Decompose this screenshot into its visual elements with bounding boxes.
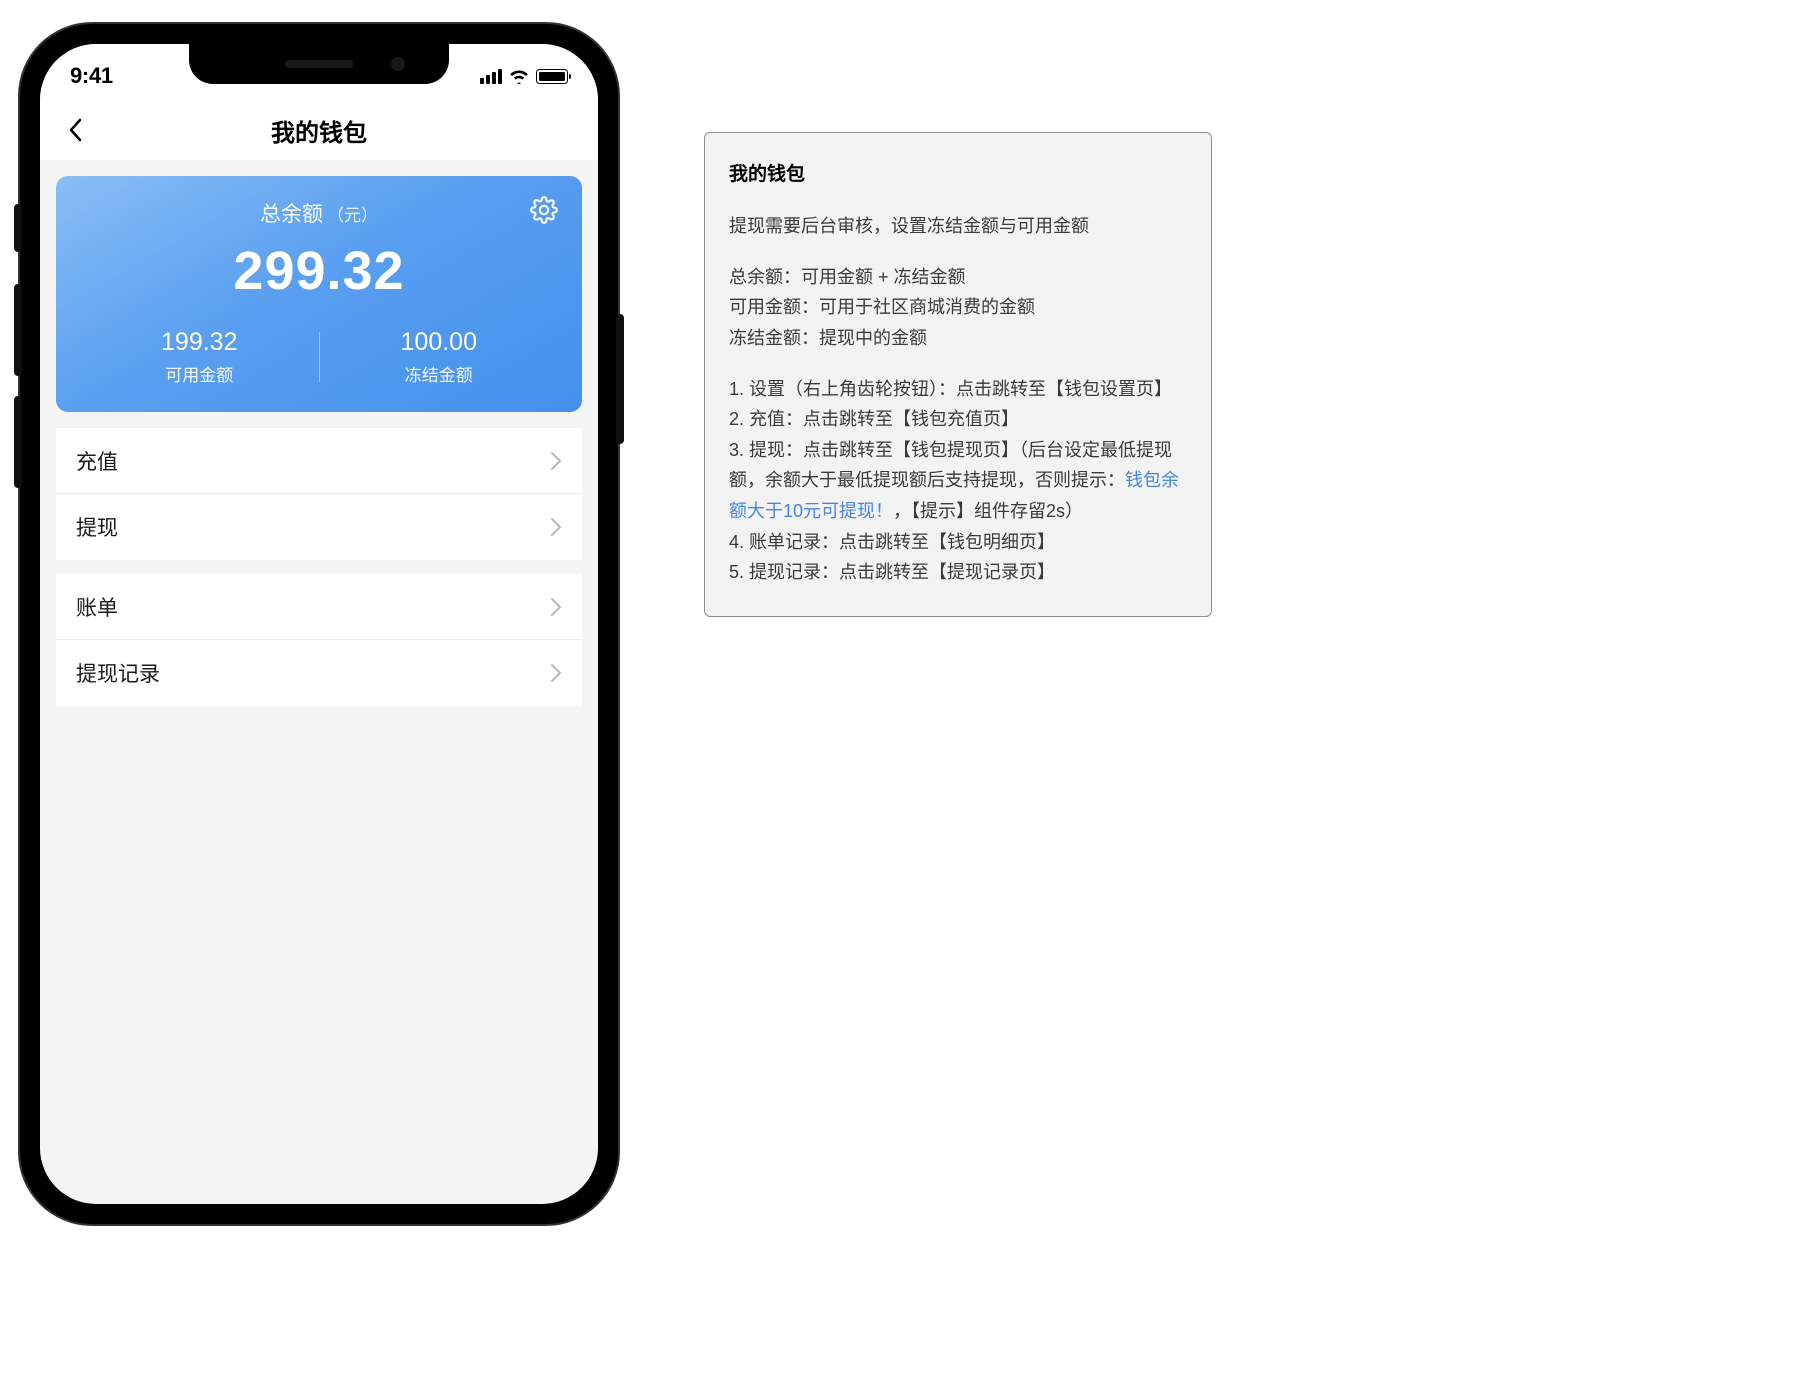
doc-item-withdraw: 3. 提现：点击跳转至【钱包提现页】（后台设定最低提现额，余额大于最低提现额后支… bbox=[729, 435, 1187, 527]
battery-icon bbox=[536, 69, 568, 84]
menu-label: 提现记录 bbox=[76, 658, 160, 688]
bill-item[interactable]: 账单 bbox=[56, 574, 582, 640]
doc-item-bill: 4. 账单记录：点击跳转至【钱包明细页】 bbox=[729, 527, 1187, 558]
phone-notch bbox=[189, 44, 449, 84]
menu-label: 提现 bbox=[76, 512, 118, 542]
phone-side-button bbox=[14, 284, 22, 376]
menu-group: 账单 提现记录 bbox=[56, 574, 582, 706]
phone-screen: 9:41 我的钱包 bbox=[40, 44, 598, 1204]
frozen-balance: 100.00 冻结金额 bbox=[320, 328, 559, 386]
frozen-value: 100.00 bbox=[320, 328, 559, 357]
balance-unit: （元） bbox=[327, 201, 378, 226]
recharge-item[interactable]: 充值 bbox=[56, 428, 582, 494]
doc-intro: 提现需要后台审核，设置冻结金额与可用金额 bbox=[729, 211, 1187, 242]
documentation-panel: 我的钱包 提现需要后台审核，设置冻结金额与可用金额 总余额：可用金额 + 冻结金… bbox=[704, 132, 1212, 617]
gear-icon bbox=[530, 196, 558, 224]
chevron-right-icon bbox=[550, 517, 562, 537]
menu-label: 账单 bbox=[76, 592, 118, 622]
withdraw-item[interactable]: 提现 bbox=[56, 494, 582, 560]
status-time: 9:41 bbox=[70, 63, 113, 89]
balance-header: 总余额 （元） bbox=[80, 198, 558, 228]
doc-item-settings: 1. 设置（右上角齿轮按钮）：点击跳转至【钱包设置页】 bbox=[729, 374, 1187, 405]
chevron-right-icon bbox=[550, 597, 562, 617]
doc-def-total: 总余额：可用金额 + 冻结金额 bbox=[729, 262, 1187, 293]
menu-group: 充值 提现 bbox=[56, 428, 582, 560]
menu-label: 充值 bbox=[76, 446, 118, 476]
chevron-right-icon bbox=[550, 663, 562, 683]
cellular-signal-icon bbox=[480, 68, 502, 84]
available-label: 可用金额 bbox=[80, 361, 319, 386]
notch-speaker bbox=[285, 60, 353, 68]
available-balance: 199.32 可用金额 bbox=[80, 328, 319, 386]
available-value: 199.32 bbox=[80, 328, 319, 357]
doc-definitions: 总余额：可用金额 + 冻结金额 可用金额：可用于社区商城消费的金额 冻结金额：提… bbox=[729, 262, 1187, 354]
doc-def-available: 可用金额：可用于社区商城消费的金额 bbox=[729, 292, 1187, 323]
balance-label: 总余额 （元） bbox=[260, 198, 378, 228]
phone-side-button bbox=[14, 204, 22, 252]
phone-mockup: 9:41 我的钱包 bbox=[20, 24, 618, 1224]
page-title: 我的钱包 bbox=[271, 113, 367, 148]
withdraw-record-item[interactable]: 提现记录 bbox=[56, 640, 582, 706]
balance-amount: 299.32 bbox=[80, 240, 558, 302]
chevron-right-icon bbox=[550, 451, 562, 471]
doc-list: 1. 设置（右上角齿轮按钮）：点击跳转至【钱包设置页】 2. 充值：点击跳转至【… bbox=[729, 374, 1187, 588]
doc-title: 我的钱包 bbox=[729, 159, 1187, 191]
phone-side-button bbox=[616, 314, 624, 444]
wifi-icon bbox=[509, 69, 529, 84]
doc-def-frozen: 冻结金额：提现中的金额 bbox=[729, 323, 1187, 354]
phone-side-button bbox=[14, 396, 22, 488]
doc-item-recharge: 2. 充值：点击跳转至【钱包充值页】 bbox=[729, 404, 1187, 435]
doc-item-withdraw-record: 5. 提现记录：点击跳转至【提现记录页】 bbox=[729, 557, 1187, 588]
balance-card: 总余额 （元） 299.32 199.32 可用金额 bbox=[56, 176, 582, 412]
back-button[interactable] bbox=[60, 115, 90, 145]
frozen-label: 冻结金额 bbox=[320, 361, 559, 386]
nav-bar: 我的钱包 bbox=[40, 100, 598, 160]
balance-label-text: 总余额 bbox=[260, 198, 323, 228]
settings-button[interactable] bbox=[530, 196, 558, 224]
notch-camera bbox=[391, 57, 405, 71]
chevron-left-icon bbox=[68, 118, 82, 142]
content: 总余额 （元） 299.32 199.32 可用金额 bbox=[40, 160, 598, 722]
balance-split: 199.32 可用金额 100.00 冻结金额 bbox=[80, 328, 558, 386]
status-icons bbox=[480, 68, 568, 84]
